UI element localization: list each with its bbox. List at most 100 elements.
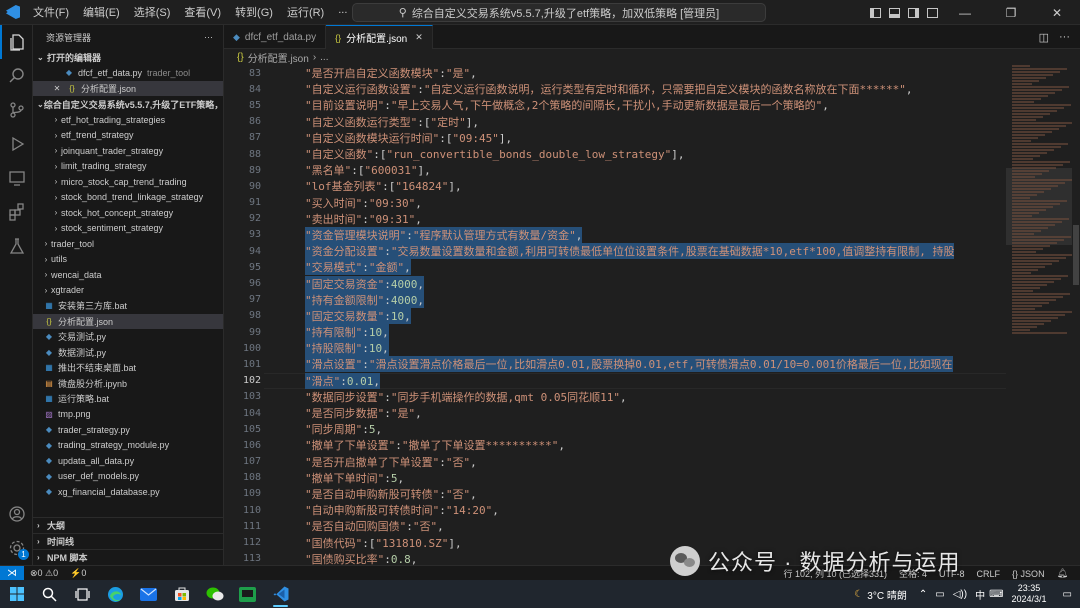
menu-file[interactable]: 文件(F)	[26, 4, 76, 20]
manage-gear-icon[interactable]: 1	[0, 531, 33, 565]
minimize-button[interactable]: —	[942, 0, 988, 25]
file-tree-item[interactable]: › joinquant_trader_strategy	[33, 143, 223, 159]
tray-expand-icon[interactable]: ⌃	[919, 589, 927, 600]
keyboard-icon[interactable]: ⌨	[989, 589, 1003, 600]
toggle-panel-icon[interactable]	[885, 0, 904, 25]
code-line[interactable]: 103 "数据同步设置":"同步手机端操作的数据,qmt 0.05同花顺11",	[224, 389, 1006, 405]
menu-run[interactable]: 运行(R)	[280, 4, 331, 20]
code-line[interactable]: 110 "自动申购新股可转债时间":"14:20",	[224, 502, 1006, 518]
open-editor-item[interactable]: ◆ dfcf_etf_data.py trader_tool	[33, 65, 223, 81]
code-line[interactable]: 86 "自定义函数运行类型":["定时"],	[224, 114, 1006, 130]
network-icon[interactable]: ▭	[935, 589, 944, 600]
file-tree-item[interactable]: › stock_hot_concept_strategy	[33, 205, 223, 221]
language-mode[interactable]: {} JSON	[1006, 569, 1051, 579]
code-line[interactable]: 93 "资金管理模块说明":"程序默认管理方式有数量/资金",	[224, 226, 1006, 243]
code-line[interactable]: 102 "滑点":0.01,	[224, 372, 1006, 389]
task-view-icon[interactable]	[66, 580, 99, 608]
file-tree-item[interactable]: › trader_tool	[33, 236, 223, 252]
code-line[interactable]: 101 "滑点设置":"滑点设置滑点价格最后一位,比如滑点0.01,股票换掉0.0…	[224, 356, 1006, 373]
file-tree-item[interactable]: {} 分析配置.json	[33, 313, 223, 329]
code-line[interactable]: 99 "持有限制":10,	[224, 324, 1006, 341]
command-center[interactable]: ⚲ 综合自定义交易系统v5.5.7,升级了etf策略，加双低策略 [管理员]	[352, 3, 766, 22]
testing-flask-icon[interactable]	[0, 229, 33, 263]
npm-scripts-section[interactable]: › NPM 脚本	[33, 549, 223, 565]
code-line[interactable]: 104 "是否同步数据":"是",	[224, 405, 1006, 421]
file-tree-item[interactable]: › wencai_data	[33, 267, 223, 283]
scrollbar-thumb[interactable]	[1073, 225, 1079, 285]
vscode-taskbar-icon[interactable]	[264, 580, 297, 608]
menu-selection[interactable]: 选择(S)	[127, 4, 178, 20]
code-line[interactable]: 89 "黑名单":["600031"],	[224, 162, 1006, 178]
terminal-app-icon[interactable]	[231, 580, 264, 608]
code-line[interactable]: 91 "买入时间":"09:30",	[224, 195, 1006, 211]
project-folder-section[interactable]: ⌄ 综合自定义交易系统v5.5.7,升级了ETF策略，加...	[33, 96, 223, 112]
file-tree-item[interactable]: › utils	[33, 252, 223, 268]
toggle-secondary-sidebar-icon[interactable]	[904, 0, 923, 25]
volume-icon[interactable]: ◁))	[953, 589, 967, 600]
file-tree-item[interactable]: ▦ 运行策略.bat	[33, 391, 223, 407]
end-of-line[interactable]: CRLF	[971, 569, 1007, 579]
code-line[interactable]: 100 "持股限制":10,	[224, 340, 1006, 357]
code-line[interactable]: 88 "自定义函数":["run_convertible_bonds_double…	[224, 146, 1006, 162]
code-line[interactable]: 107 "是否开启撤单了下单设置":"否",	[224, 454, 1006, 470]
notification-center-icon[interactable]: ▭	[1063, 589, 1072, 600]
remote-indicator-icon[interactable]: ⋊	[0, 565, 24, 581]
menu-go[interactable]: 转到(G)	[228, 4, 280, 20]
menu-more[interactable]: ...	[331, 4, 354, 20]
extensions-icon[interactable]	[0, 195, 33, 229]
tab-analysis-config[interactable]: {} 分析配置.json ✕	[326, 25, 433, 49]
menu-edit[interactable]: 编辑(E)	[76, 4, 127, 20]
code-line[interactable]: 108 "撤单下单时间":5,	[224, 470, 1006, 486]
file-tree-item[interactable]: ▦ 推出不结束桌面.bat	[33, 360, 223, 376]
file-tree-item[interactable]: ▤ 微盘股分析.ipynb	[33, 376, 223, 392]
windows-start-icon[interactable]	[0, 580, 33, 608]
code-line[interactable]: 109 "是否自动申购新股可转债":"否",	[224, 486, 1006, 502]
open-editors-section[interactable]: ⌄ 打开的编辑器	[33, 49, 223, 65]
file-tree-item[interactable]: ◆ trading_strategy_module.py	[33, 438, 223, 454]
code-line[interactable]: 95 "交易模式":"金额",	[224, 259, 1006, 276]
code-line[interactable]: 111 "是否自动回购国债":"否",	[224, 518, 1006, 534]
explorer-icon[interactable]	[0, 25, 33, 59]
run-debug-icon[interactable]	[0, 127, 33, 161]
code-line[interactable]: 98 "固定交易数量":10,	[224, 307, 1006, 324]
minimap[interactable]	[1006, 65, 1072, 565]
code-line[interactable]: 105 "同步周期":5,	[224, 421, 1006, 437]
edge-browser-icon[interactable]	[99, 580, 132, 608]
file-tree-item[interactable]: › micro_stock_cap_trend_trading	[33, 174, 223, 190]
accounts-icon[interactable]	[0, 497, 33, 531]
code-line[interactable]: 90 "lof基金列表":["164824"],	[224, 178, 1006, 194]
split-editor-icon[interactable]: ◫	[1039, 31, 1049, 44]
file-tree-item[interactable]: ▦ 安装第三方库.bat	[33, 298, 223, 314]
code-line[interactable]: 92 "卖出时间":"09:31",	[224, 211, 1006, 227]
remote-explorer-icon[interactable]	[0, 161, 33, 195]
code-line[interactable]: 84 "自定义运行函数设置":"自定义运行函数说明，运行类型有定时和循环，只需要把…	[224, 81, 1006, 97]
problems-count[interactable]: ⊗0 ⚠0	[24, 568, 64, 579]
code-line[interactable]: 87 "自定义函数模块运行时间":["09:45"],	[224, 130, 1006, 146]
open-editor-item-active[interactable]: ✕ {} 分析配置.json	[33, 80, 223, 96]
close-window-button[interactable]: ✕	[1034, 0, 1080, 25]
file-tree-item[interactable]: › etf_trend_strategy	[33, 128, 223, 144]
store-icon[interactable]	[165, 580, 198, 608]
file-tree-item[interactable]: ◆ 数据测试.py	[33, 345, 223, 361]
ports-count[interactable]: ⚡0	[64, 568, 92, 579]
timeline-section[interactable]: › 时间线	[33, 533, 223, 549]
file-tree-item[interactable]: ▨ tmp.png	[33, 407, 223, 423]
breadcrumb-rest[interactable]: ...	[320, 52, 328, 63]
search-view-icon[interactable]	[0, 59, 33, 93]
maximize-button[interactable]: ❐	[988, 0, 1034, 25]
notifications-bell-icon[interactable]: 🔔︎	[1051, 568, 1074, 579]
file-tree-item[interactable]: › stock_sentiment_strategy	[33, 221, 223, 237]
file-tree-item[interactable]: ◆ 交易测试.py	[33, 329, 223, 345]
customize-layout-icon[interactable]	[923, 0, 942, 25]
outline-section[interactable]: › 大纲	[33, 517, 223, 533]
file-tree-item[interactable]: ◆ xg_financial_database.py	[33, 484, 223, 500]
breadcrumb-file[interactable]: 分析配置.json	[248, 50, 309, 65]
taskbar-search-icon[interactable]	[33, 580, 66, 608]
toggle-primary-sidebar-icon[interactable]	[866, 0, 885, 25]
source-control-icon[interactable]	[0, 93, 33, 127]
file-tree-item[interactable]: ◆ user_def_models.py	[33, 469, 223, 485]
wechat-icon[interactable]	[198, 580, 231, 608]
tab-dfcf-etf-data[interactable]: ◆ dfcf_etf_data.py	[224, 25, 327, 49]
code-editor[interactable]: 83 "是否开启自定义函数模块":"是", 84 "自定义运行函数设置":"自定义运行…	[224, 65, 1006, 565]
file-tree-item[interactable]: › stock_bond_trend_linkage_strategy	[33, 190, 223, 206]
